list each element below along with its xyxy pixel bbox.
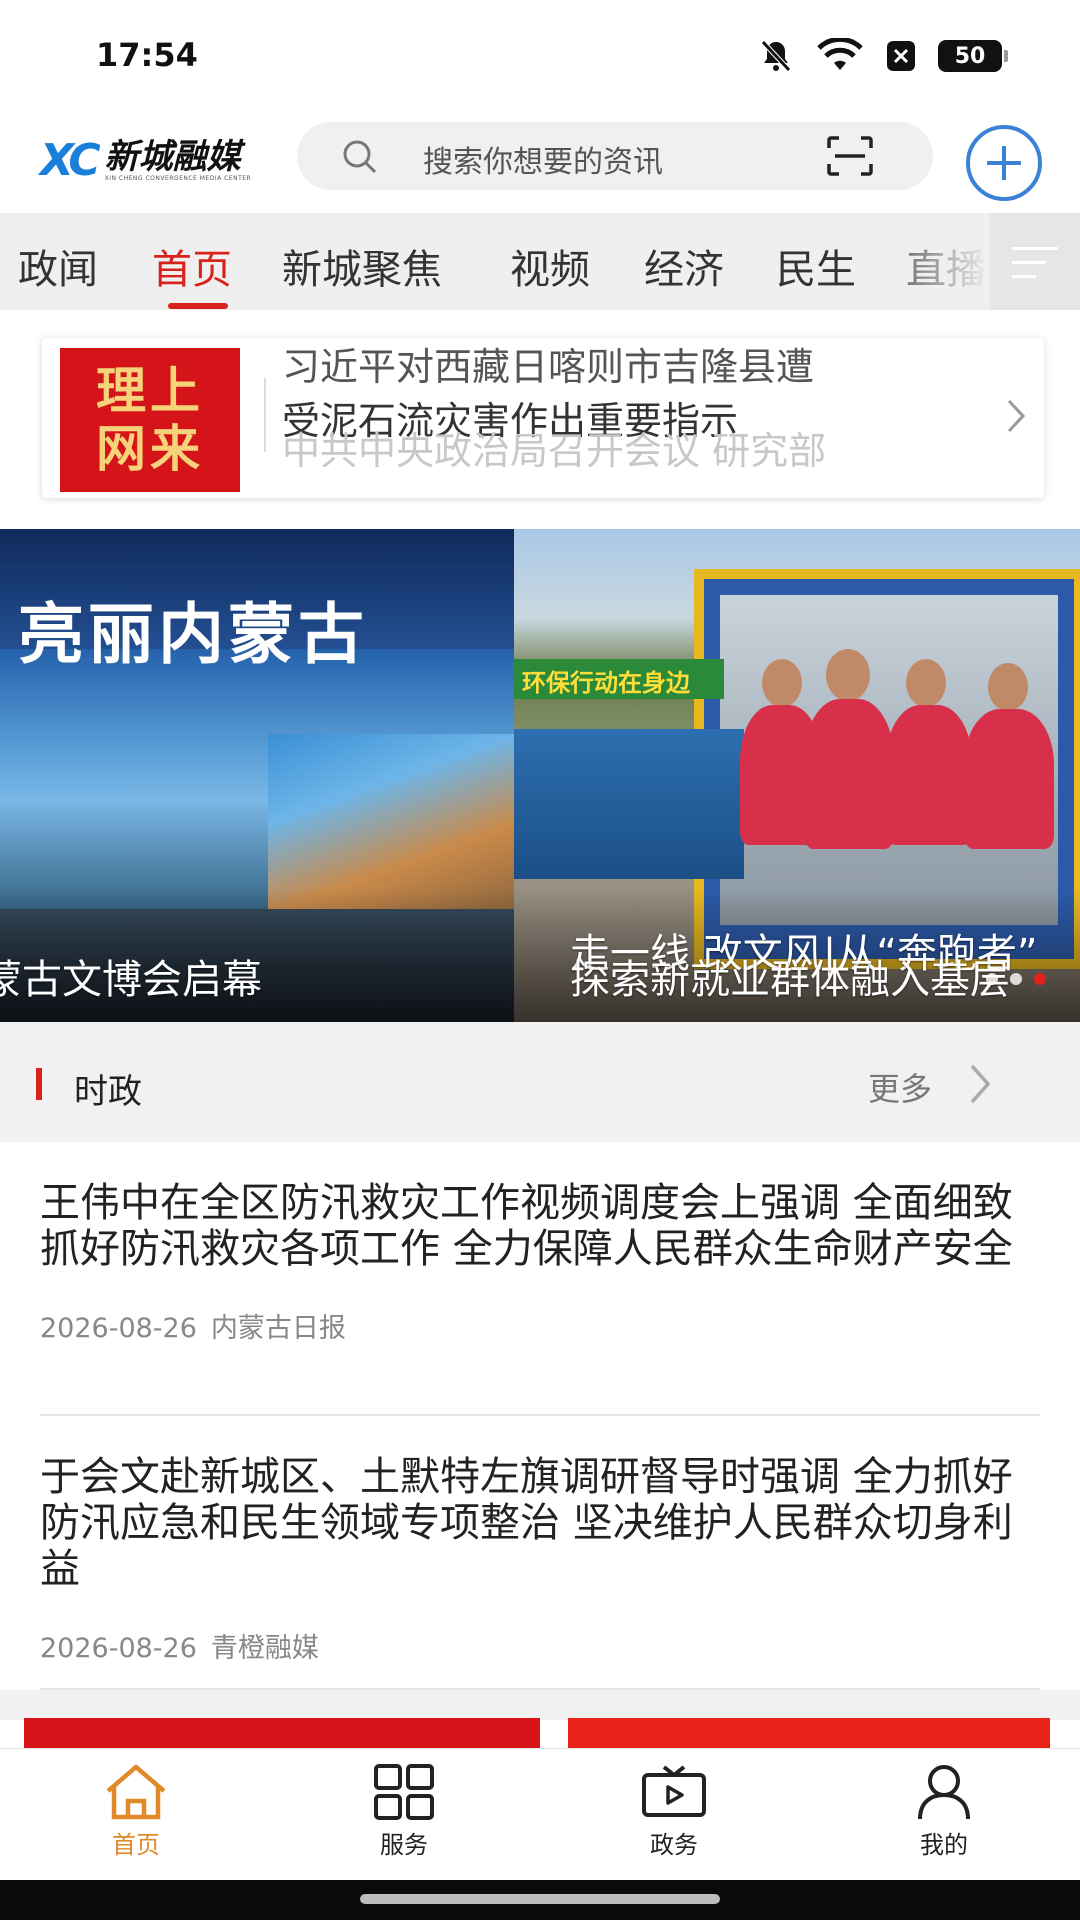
news-item[interactable]: 王伟中在全区防汛救灾工作视频调度会上强调 全面细致抓好防汛救灾各项工作 全力保障…	[40, 1180, 1042, 1345]
chevron-right-icon[interactable]	[968, 1062, 992, 1110]
section-title: 时政	[74, 1072, 142, 1112]
bottom-nav: 首页 服务 政务 我的	[0, 1748, 1080, 1880]
logo-subtitle: XIN CHENG CONVERGENCE MEDIA CENTER	[104, 174, 252, 182]
wifi-icon	[816, 38, 864, 74]
banner-caption-right-2: 探索新就业群体融入基层	[570, 957, 1010, 1003]
tab-economy[interactable]: 经济	[644, 237, 724, 295]
banner-sign-text: 环保行动在身边	[522, 669, 690, 697]
news-date: 2026-08-26	[40, 1633, 197, 1664]
theory-badge: 理上 网来	[60, 348, 240, 492]
banner-art-title: 亮丽内蒙古	[18, 595, 368, 673]
status-icons: 50	[758, 38, 1008, 74]
tab-livelihood[interactable]: 民生	[776, 237, 856, 295]
plus-icon[interactable]	[966, 125, 1042, 201]
carousel-dot-active[interactable]	[1034, 973, 1046, 985]
tab-home[interactable]: 首页	[152, 237, 232, 295]
nav-government[interactable]: 政务	[594, 1763, 754, 1873]
carousel-dot[interactable]	[1010, 973, 1022, 985]
carousel-dot[interactable]	[986, 973, 998, 985]
news-title: 王伟中在全区防汛救灾工作视频调度会上强调 全面细致抓好防汛救灾各项工作 全力保障…	[40, 1180, 1013, 1272]
mute-icon	[758, 38, 794, 74]
news-date: 2026-08-26	[40, 1313, 197, 1344]
news-title: 于会文赴新城区、土默特左旗调研督导时强调 全力抓好防汛应急和民生领域专项整治 坚…	[40, 1454, 1013, 1592]
promo-banner-right[interactable]	[568, 1718, 1050, 1748]
news-source: 青橙融媒	[210, 1633, 319, 1664]
news-item[interactable]: 于会文赴新城区、土默特左旗调研督导时强调 全力抓好防汛应急和民生领域专项整治 坚…	[40, 1454, 1042, 1665]
status-time: 17:54	[96, 36, 198, 74]
tab-xincheng-focus[interactable]: 新城聚焦	[282, 237, 442, 295]
system-navigation-bar	[0, 1880, 1080, 1920]
promo-banner-left[interactable]	[24, 1718, 540, 1748]
carousel-dots	[986, 973, 1046, 985]
nav-label: 服务	[380, 1831, 428, 1859]
ticker-line-1: 习近平对西藏日喀则市吉隆县遭	[282, 345, 815, 389]
nav-profile[interactable]: 我的	[864, 1763, 1024, 1873]
nav-services[interactable]: 服务	[324, 1763, 484, 1873]
more-link[interactable]: 更多	[868, 1064, 932, 1110]
app-header: XC 新城融媒 XIN CHENG CONVERGENCE MEDIA CENT…	[0, 115, 1080, 213]
search-input[interactable]: 搜索你想要的资讯	[297, 122, 933, 190]
ticker-line-3: 中共中央政治局召开会议 研究部	[282, 429, 827, 473]
channel-menu-icon[interactable]	[990, 213, 1080, 310]
theory-news-ticker[interactable]: 理上 网来 习近平对西藏日喀则市吉隆县遭 受泥石流灾害作出重要指示 中共中央政治…	[42, 338, 1044, 498]
status-bar: 17:54 50	[0, 0, 1080, 115]
section-header-politics: 时政 更多	[0, 1022, 1080, 1142]
chevron-right-icon	[1006, 398, 1026, 438]
app-logo: XC 新城融媒 XIN CHENG CONVERGENCE MEDIA CENT…	[40, 131, 260, 189]
channel-tabs: 政闻 首页 新城聚焦 视频 经济 民生 直播	[0, 213, 1080, 310]
news-meta: 2026-08-26 青橙融媒	[40, 1626, 1042, 1665]
banner-carousel[interactable]: 亮丽内蒙古 环保行动在身边 蒙古文博会启幕 走一线 改文风|从“奔跑者” 探索新…	[0, 529, 1080, 1022]
tab-politics[interactable]: 政闻	[18, 237, 98, 295]
home-indicator[interactable]	[360, 1894, 720, 1904]
search-icon	[341, 138, 379, 180]
tv-icon	[594, 1763, 754, 1821]
news-meta: 2026-08-26 内蒙古日报	[40, 1306, 1042, 1345]
banner-caption-left: 蒙古文博会启幕	[0, 957, 262, 1003]
logo-text: 新城融媒	[104, 136, 241, 177]
tab-video[interactable]: 视频	[510, 237, 590, 295]
nav-label: 政务	[650, 1831, 698, 1859]
nav-label: 首页	[112, 1831, 160, 1859]
nav-label: 我的	[920, 1831, 968, 1859]
scan-icon[interactable]	[827, 136, 873, 180]
grid-icon	[324, 1763, 484, 1821]
home-icon	[56, 1763, 216, 1821]
no-sim-icon	[886, 40, 916, 72]
active-tab-indicator	[168, 303, 228, 309]
search-placeholder: 搜索你想要的资讯	[423, 145, 663, 180]
battery-icon: 50	[938, 40, 1008, 72]
nav-home[interactable]: 首页	[56, 1763, 216, 1873]
user-icon	[864, 1763, 1024, 1821]
divider	[40, 1414, 1040, 1416]
logo-mark: XC	[40, 134, 101, 186]
news-source: 内蒙古日报	[210, 1313, 346, 1344]
